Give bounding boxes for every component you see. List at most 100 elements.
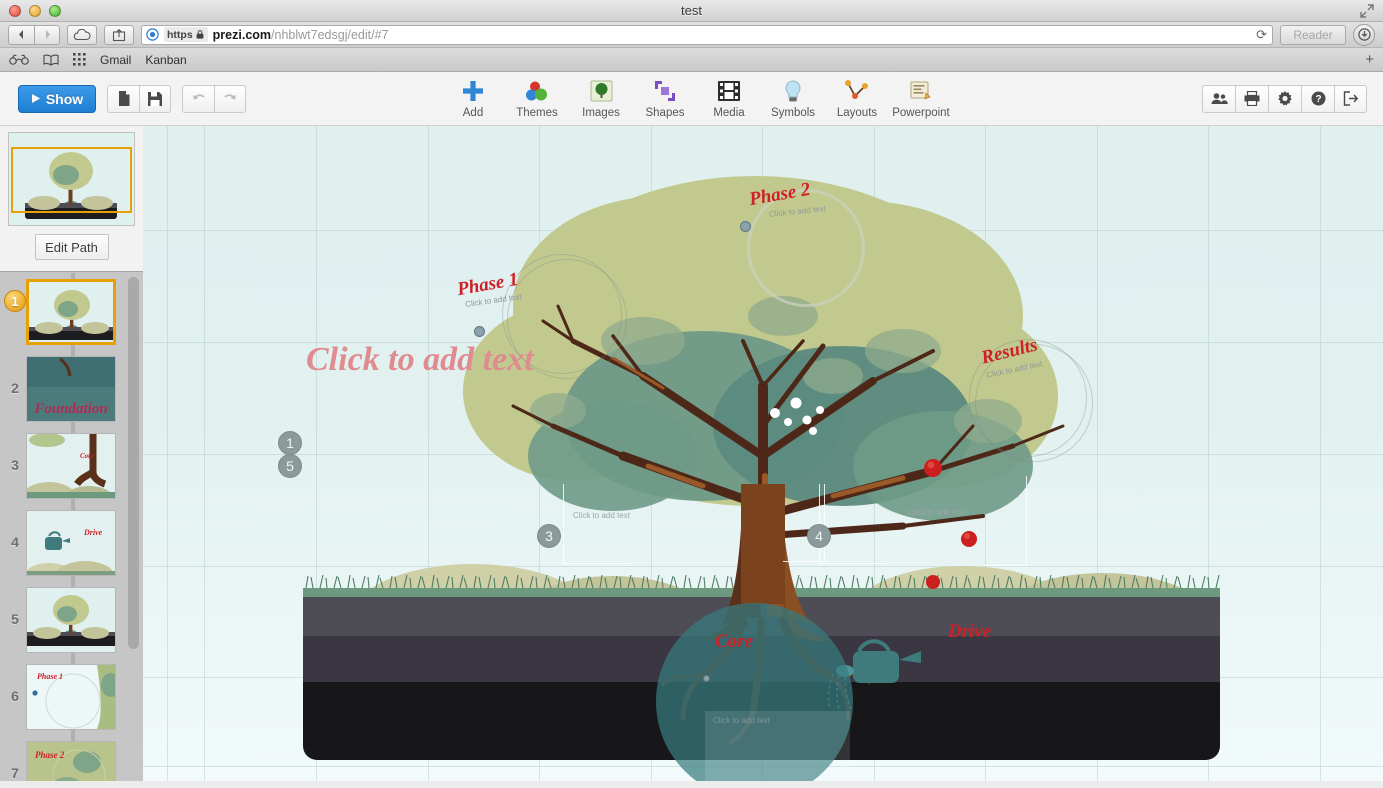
- exit-icon[interactable]: [1334, 84, 1367, 113]
- file-button-group: [107, 84, 171, 113]
- tool-powerpoint-label: Powerpoint: [892, 107, 950, 119]
- prezi-toolbar: Show Add Themes Images Shapes Media Symb…: [0, 72, 1383, 126]
- browser-navbar: https prezi.com/nhblwt7edsgj/edit/#7 ⟳ R…: [0, 22, 1383, 48]
- frame-dot-phase2[interactable]: [740, 221, 751, 232]
- path-step-1[interactable]: 1: [0, 273, 143, 350]
- url-text: prezi.com/nhblwt7edsgj/edit/#7: [213, 28, 389, 42]
- path-step-2[interactable]: 2 Foundation: [0, 350, 143, 427]
- path-step-5[interactable]: 5: [0, 581, 143, 658]
- path-step-thumbnail[interactable]: Core: [26, 433, 116, 499]
- tool-powerpoint[interactable]: Powerpoint: [889, 78, 953, 119]
- label-foundation-sub[interactable]: Click to add text: [713, 716, 770, 725]
- frame-dot-phase1[interactable]: [474, 326, 485, 337]
- lightbulb-icon: [784, 78, 802, 104]
- plus-icon: [462, 78, 484, 104]
- overview-viewport-frame[interactable]: [11, 147, 132, 213]
- svg-text:Phase 1: Phase 1: [37, 672, 63, 681]
- save-icon[interactable]: [139, 84, 171, 113]
- label-drive[interactable]: Drive: [948, 621, 991, 643]
- tool-add[interactable]: Add: [441, 78, 505, 119]
- share-icon[interactable]: [104, 24, 134, 45]
- path-step-thumbnail[interactable]: Phase 1: [26, 664, 116, 730]
- reading-glasses-icon[interactable]: [9, 54, 29, 65]
- address-bar[interactable]: https prezi.com/nhblwt7edsgj/edit/#7 ⟳: [141, 24, 1273, 45]
- label-core[interactable]: Core: [715, 631, 753, 653]
- images-tree-icon: [590, 78, 613, 104]
- tool-images-label: Images: [582, 107, 620, 119]
- bracket-frame-drive-right[interactable]: [983, 476, 1027, 566]
- fullscreen-icon[interactable]: [1359, 3, 1375, 19]
- question-mark-icon[interactable]: ?: [1301, 84, 1334, 113]
- download-icon[interactable]: [1353, 23, 1375, 46]
- https-badge: https: [164, 27, 208, 42]
- history-button-group: [182, 84, 246, 113]
- site-identity-icon: [146, 28, 159, 41]
- show-button[interactable]: Show: [18, 84, 96, 113]
- toolbar-tools: Add Themes Images Shapes Media Symbols L…: [441, 78, 953, 119]
- svg-text:Drive: Drive: [83, 528, 103, 537]
- redo-icon[interactable]: [214, 84, 246, 113]
- show-button-label: Show: [45, 90, 84, 107]
- path-step-3[interactable]: 3 Core: [0, 427, 143, 504]
- svg-text:Core: Core: [80, 452, 94, 460]
- toolbar-right-group: ?: [1202, 84, 1367, 113]
- path-step-number: 7: [11, 765, 19, 781]
- path-step-4[interactable]: 4 Drive: [0, 504, 143, 581]
- url-domain: prezi.com: [212, 27, 272, 42]
- canvas-path-node-3[interactable]: 3: [537, 524, 561, 548]
- browser-window: test https prezi.com/nhblwt7edsgj/edit/#…: [0, 0, 1383, 788]
- overview-thumbnail[interactable]: [8, 132, 135, 226]
- path-step-7[interactable]: 7 Phase 2: [0, 735, 143, 781]
- tool-media[interactable]: Media: [697, 78, 761, 119]
- bookmark-gmail[interactable]: Gmail: [100, 53, 131, 67]
- window-title: test: [681, 3, 702, 18]
- bookmark-kanban[interactable]: Kanban: [145, 53, 186, 67]
- reader-button[interactable]: Reader: [1280, 24, 1346, 45]
- new-tab-button[interactable]: +: [1365, 51, 1374, 68]
- path-step-thumbnail[interactable]: [26, 279, 116, 345]
- undo-icon[interactable]: [182, 84, 214, 113]
- book-icon[interactable]: [43, 54, 59, 66]
- forward-arrow-icon[interactable]: [34, 24, 60, 45]
- path-step-number: 3: [11, 457, 19, 473]
- canvas-path-node-1[interactable]: 1: [278, 431, 302, 455]
- tool-images[interactable]: Images: [569, 78, 633, 119]
- path-step-badge: 1: [4, 290, 26, 312]
- tool-shapes[interactable]: Shapes: [633, 78, 697, 119]
- gear-icon[interactable]: [1268, 84, 1301, 113]
- tool-themes[interactable]: Themes: [505, 78, 569, 119]
- new-document-icon[interactable]: [107, 84, 139, 113]
- path-step-list[interactable]: 1 2 Foundation 3 Core 4 Drive 5 6 Phase …: [0, 273, 143, 781]
- path-step-6[interactable]: 6 Phase 1: [0, 658, 143, 735]
- edit-path-button[interactable]: Edit Path: [34, 234, 109, 260]
- svg-text:?: ?: [1315, 94, 1321, 105]
- label-core-sub[interactable]: Click to add text: [573, 511, 630, 520]
- bookmarks-bar: Gmail Kanban +: [0, 48, 1383, 72]
- printer-icon[interactable]: [1235, 84, 1268, 113]
- hero-placeholder-text[interactable]: Click to add text: [306, 341, 534, 379]
- canvas-path-node-4[interactable]: 4: [807, 524, 831, 548]
- people-share-icon[interactable]: [1202, 84, 1235, 113]
- label-drive-sub[interactable]: Click to add text: [908, 508, 965, 517]
- bracket-frame-core-left[interactable]: [563, 484, 631, 564]
- svg-text:Foundation: Foundation: [33, 401, 107, 417]
- sidebar-scrollbar[interactable]: [128, 277, 139, 649]
- tool-layouts[interactable]: Layouts: [825, 78, 889, 119]
- path-step-thumbnail[interactable]: Foundation: [26, 356, 116, 422]
- path-step-thumbnail[interactable]: Phase 2: [26, 741, 116, 781]
- canvas-path-node-5[interactable]: 5: [278, 454, 302, 478]
- bracket-frame-drive-left[interactable]: [819, 484, 889, 564]
- grid-icon[interactable]: [73, 53, 86, 66]
- titlebar: test: [0, 0, 1383, 22]
- tool-shapes-label: Shapes: [645, 107, 685, 119]
- back-arrow-icon[interactable]: [8, 24, 34, 45]
- prezi-canvas[interactable]: Click to add text Phase 1 Click to add t…: [143, 126, 1383, 781]
- path-step-thumbnail[interactable]: Drive: [26, 510, 116, 576]
- tool-symbols[interactable]: Symbols: [761, 78, 825, 119]
- icloud-icon[interactable]: [67, 24, 97, 45]
- frame-dot-foundation[interactable]: [703, 675, 710, 682]
- reload-icon[interactable]: ⟳: [1256, 27, 1267, 43]
- powerpoint-import-icon: [910, 78, 932, 104]
- path-step-thumbnail[interactable]: [26, 587, 116, 653]
- path-sidebar: Edit Path 1 2 Foundation 3 Core 4 Drive …: [0, 126, 143, 781]
